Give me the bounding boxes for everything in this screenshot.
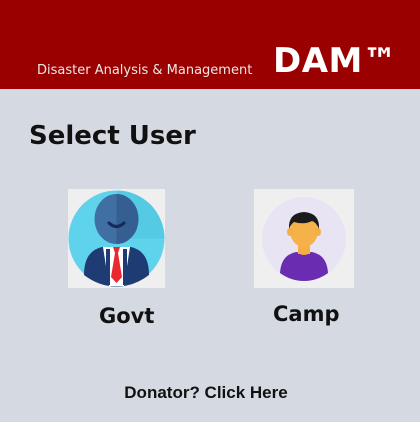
government-official-avatar-icon xyxy=(68,189,165,288)
camp-label[interactable]: Camp xyxy=(273,302,340,326)
page-title: Select User xyxy=(29,121,196,151)
camp-user-option[interactable]: Camp xyxy=(254,189,354,334)
donator-link[interactable]: Donator? Click Here xyxy=(0,383,412,403)
app-brand-logo: DAM™ xyxy=(273,41,398,81)
app-header: Disaster Analysis & Management DAM™ xyxy=(0,0,420,89)
govt-label[interactable]: Govt xyxy=(99,304,154,328)
camp-avatar-box[interactable] xyxy=(254,189,354,288)
camp-person-avatar-icon xyxy=(254,189,354,288)
govt-avatar-box[interactable] xyxy=(68,189,165,288)
govt-user-option[interactable]: Govt xyxy=(68,189,168,334)
app-subtitle: Disaster Analysis & Management xyxy=(37,63,253,78)
